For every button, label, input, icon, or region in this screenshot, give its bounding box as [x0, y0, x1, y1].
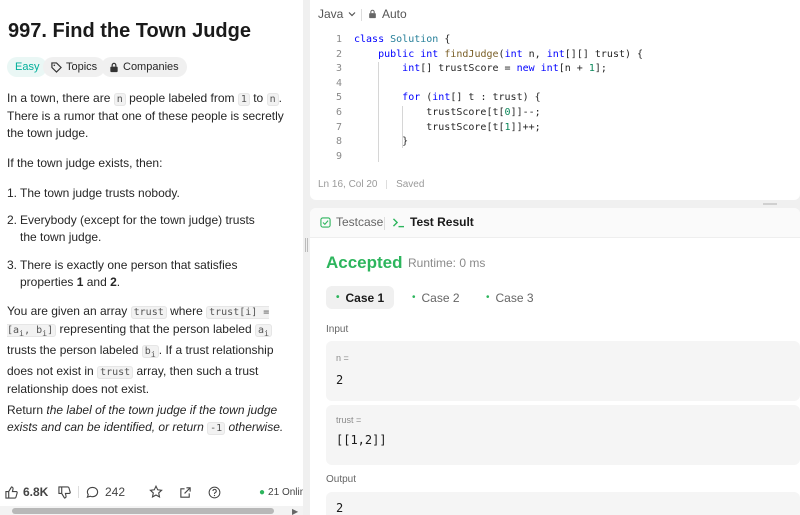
status-divider — [386, 179, 388, 189]
horizontal-splitter-grip[interactable] — [763, 203, 777, 205]
description-paragraph-2: If the town judge exists, then: — [7, 156, 163, 170]
chevron-down-icon — [348, 12, 356, 17]
language-label: Java — [318, 7, 344, 21]
problem-title: 997. Find the Town Judge — [8, 20, 251, 42]
difficulty-badge[interactable]: Easy — [7, 57, 48, 77]
scroll-right-arrow-icon[interactable]: ▶ — [292, 507, 298, 515]
cursor-position: Ln 16, Col 20 — [318, 179, 378, 190]
code-line: 4 — [335, 77, 342, 89]
vertical-splitter[interactable] — [303, 0, 310, 515]
topics-label: Topics — [66, 61, 98, 73]
input-value: [[1,2]] — [336, 433, 387, 447]
description-paragraph-3: You are given an array trust where trust… — [7, 304, 274, 396]
favorite-button[interactable] — [149, 480, 163, 504]
editor-status: Ln 16, Col 20 Saved — [318, 179, 424, 190]
lock-icon — [369, 9, 376, 19]
input-name: trust = — [336, 415, 362, 425]
input-value: 2 — [336, 373, 344, 387]
code-line: 6 trustScore[t[0]]--; — [335, 106, 541, 118]
like-button[interactable]: 6.8K — [5, 480, 48, 504]
output-box: 2 — [326, 492, 800, 515]
footer-divider — [78, 486, 79, 498]
test-result-panel: Testcase Test Result Accepted Runtime: 0… — [310, 208, 800, 515]
external-link-icon — [180, 486, 191, 498]
tab-test-result[interactable]: Test Result — [392, 215, 474, 229]
auto-mode-label: Auto — [382, 7, 407, 21]
topics-button[interactable]: Topics — [43, 57, 106, 77]
save-status: Saved — [396, 179, 425, 190]
code-line: 1 class Solution { — [335, 34, 451, 45]
online-dot-icon: ● — [259, 486, 266, 498]
result-tabbar: Testcase Test Result — [310, 208, 800, 238]
online-count: ● 21 Online — [259, 486, 303, 498]
companies-label: Companies — [123, 61, 179, 73]
like-count: 6.8K — [23, 485, 49, 499]
tag-icon — [51, 61, 62, 73]
description-paragraph-1: In a town, there are n people labeled fr… — [7, 91, 284, 140]
thumbs-up-icon — [5, 485, 18, 499]
code-line: 9 — [335, 150, 342, 162]
output-value: 2 — [336, 501, 344, 515]
input-box-trust: trust = [[1,2]] — [326, 405, 800, 465]
code-line: 3 int[] trustScore = new int[n + 1]; — [335, 63, 607, 75]
list-item: 2. Everybody (except for the town judge) … — [7, 213, 255, 244]
help-circle-icon — [208, 486, 221, 498]
share-button[interactable] — [179, 480, 192, 504]
difficulty-label: Easy — [15, 61, 40, 73]
code-line: 8 } — [335, 136, 409, 148]
lock-icon — [110, 62, 118, 72]
terminal-icon — [392, 217, 404, 227]
case-tab-1[interactable]: • Case 1 — [326, 286, 395, 309]
thumbs-down-icon — [58, 485, 71, 499]
output-section-label: Output — [326, 474, 357, 485]
problem-footer: 6.8K 242 ● 21 Online — [0, 480, 303, 504]
input-name: n = — [336, 353, 349, 363]
comment-count: 242 — [105, 485, 126, 499]
companies-button[interactable]: Companies — [101, 57, 187, 77]
language-selector[interactable]: Java — [318, 7, 357, 21]
code-line: 5 for (int[] t : trust) { — [335, 92, 541, 104]
input-box-n: n = 2 — [326, 341, 800, 401]
code-editor-panel: Java Auto 1 class Solution { 2 public int… — [310, 0, 800, 200]
tab-test-result-label: Test Result — [410, 215, 474, 229]
code-area[interactable]: 1 class Solution { 2 public int findJudge… — [320, 33, 643, 164]
description-paragraph-4: Return the label of the town judge if th… — [7, 403, 284, 435]
tab-divider — [384, 217, 385, 230]
code-line: 7 trustScore[t[1]]++; — [335, 121, 541, 133]
runtime-value: Runtime: 0 ms — [408, 256, 486, 270]
list-item: 3. There is exactly one person that satis… — [7, 258, 238, 289]
case-tab-2[interactable]: • Case 2 — [402, 286, 470, 309]
dislike-button[interactable] — [58, 480, 71, 504]
comments-button[interactable]: 242 — [86, 480, 125, 504]
toolbar-divider — [361, 9, 362, 21]
comment-icon — [86, 486, 99, 498]
splitter-grip-icon[interactable] — [305, 238, 308, 252]
horizontal-scrollbar-thumb[interactable] — [12, 508, 274, 514]
code-line: 2 public int findJudge(int n, int[][] tr… — [335, 48, 644, 60]
tab-testcase-label: Testcase — [336, 215, 384, 229]
auto-mode-toggle[interactable]: Auto — [368, 7, 407, 21]
pass-dot-icon: • — [412, 292, 416, 303]
list-item: 1. The town judge trusts nobody. — [7, 186, 180, 200]
pass-dot-icon: • — [336, 292, 340, 303]
indent-guide — [402, 106, 403, 148]
checkbox-icon — [320, 216, 331, 228]
verdict-status: Accepted — [326, 253, 403, 272]
help-button[interactable] — [208, 480, 221, 504]
indent-guide — [378, 62, 379, 162]
tab-testcase[interactable]: Testcase — [320, 215, 383, 229]
case-tab-3[interactable]: • Case 3 — [476, 286, 544, 309]
problem-panel: 997. Find the Town Judge Easy Topics Com… — [0, 0, 303, 515]
pass-dot-icon: • — [486, 292, 490, 303]
star-icon — [149, 485, 163, 498]
input-section-label: Input — [326, 324, 349, 335]
